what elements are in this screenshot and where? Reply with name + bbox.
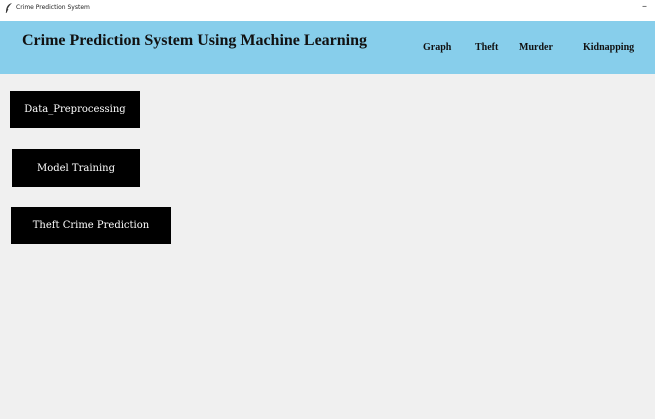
feather-icon xyxy=(5,3,12,13)
window-title: Crime Prediction System xyxy=(16,4,90,11)
window-titlebar: Crime Prediction System – xyxy=(0,0,655,21)
theft-crime-prediction-button[interactable]: Theft Crime Prediction xyxy=(11,207,171,244)
model-training-button[interactable]: Model Training xyxy=(12,149,140,187)
minimize-button[interactable]: – xyxy=(642,2,647,12)
data-preprocessing-button[interactable]: Data_Preprocessing xyxy=(10,91,140,128)
nav-kidnapping[interactable]: Kidnapping xyxy=(583,42,634,53)
header-bar: Crime Prediction System Using Machine Le… xyxy=(0,21,655,74)
page-title: Crime Prediction System Using Machine Le… xyxy=(22,32,368,49)
nav-theft[interactable]: Theft xyxy=(475,42,498,53)
nav-graph[interactable]: Graph xyxy=(423,42,451,53)
app-window: Crime Prediction System – Crime Predicti… xyxy=(0,0,655,419)
nav-murder[interactable]: Murder xyxy=(519,42,553,53)
